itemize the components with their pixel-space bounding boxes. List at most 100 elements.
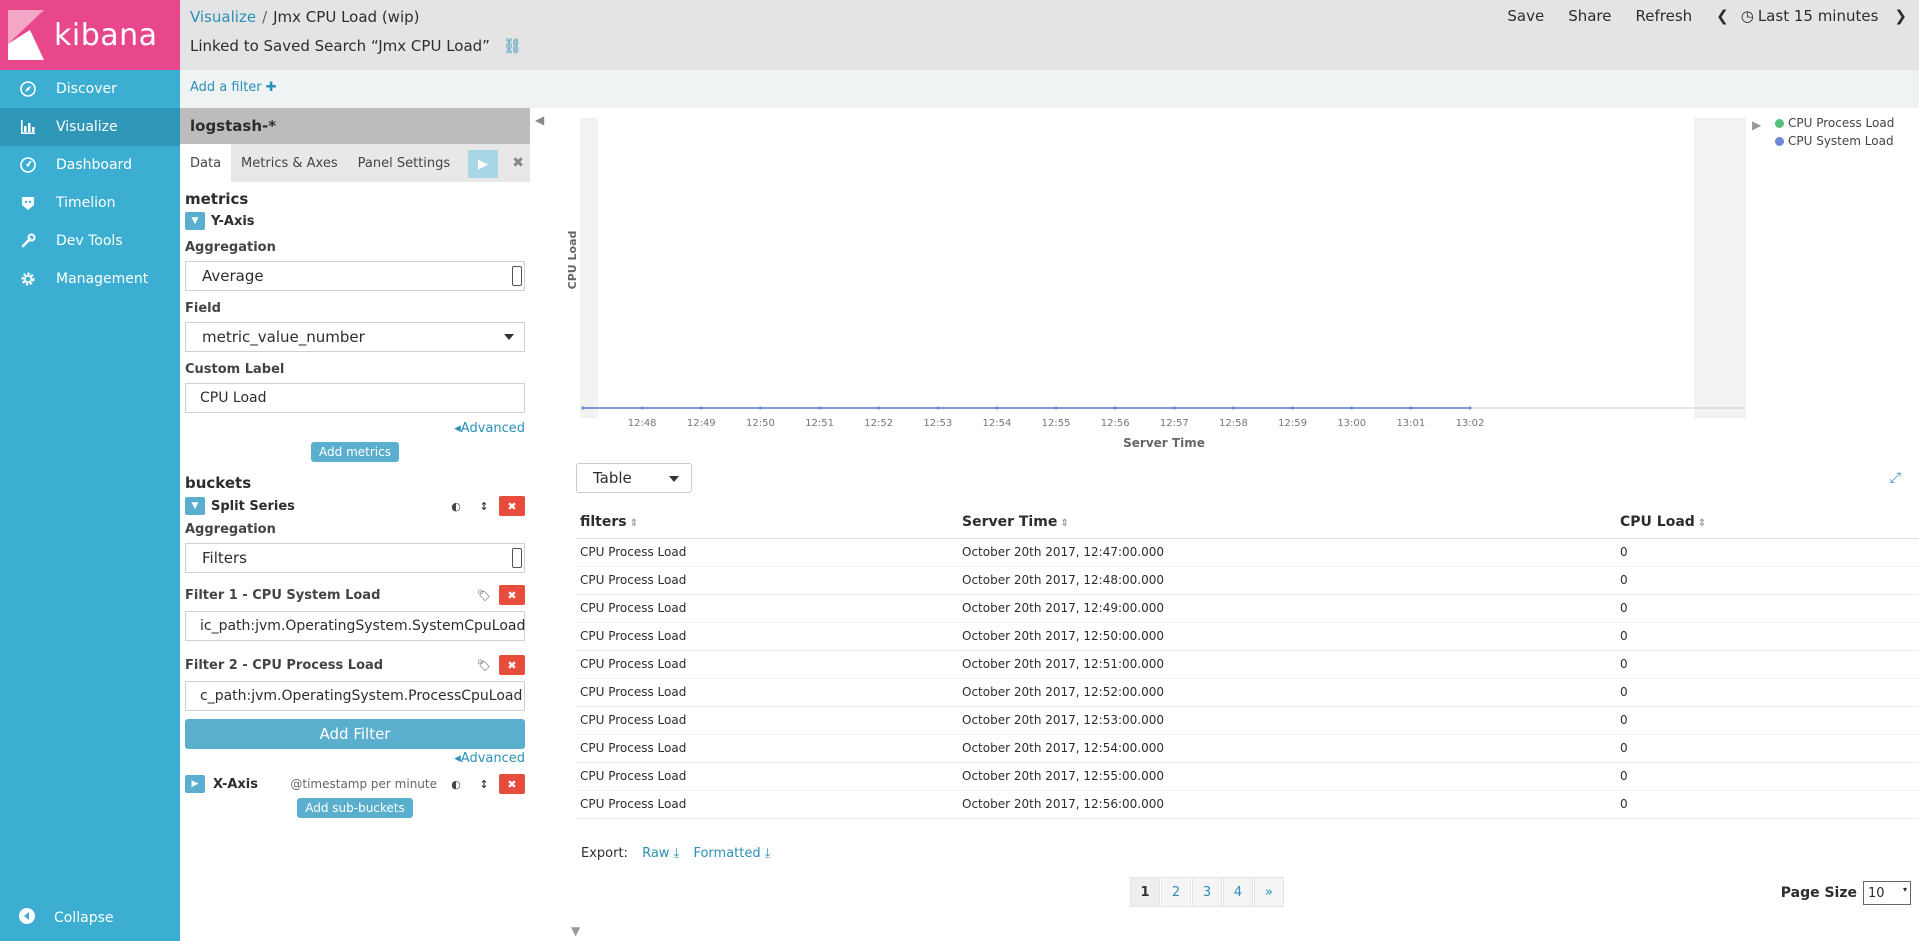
data-point[interactable] [1231,406,1235,410]
drag-handle-icon[interactable]: ↕ [471,496,497,516]
kibana-logo-mark [0,0,48,70]
chevron-right-icon[interactable]: ▶ [185,775,205,793]
data-point[interactable] [758,406,762,410]
toggle-icon[interactable]: ◐ [443,774,469,794]
column-header-filters[interactable]: filters ⇕ [576,506,958,539]
breadcrumb-visualize-link[interactable]: Visualize [190,8,256,26]
add-filter-link[interactable]: Add a filter ✚ [190,80,277,95]
tab-panel-settings[interactable]: Panel Settings [348,144,461,182]
share-button[interactable]: Share [1568,7,1611,25]
sidebar-item-visualize[interactable]: Visualize [0,108,180,146]
aggregation-select[interactable]: Average [185,261,525,291]
remove-icon[interactable]: ✖ [499,655,525,675]
refresh-button[interactable]: Refresh [1636,7,1693,25]
sidebar-item-label: Management [56,271,149,287]
page-4-button[interactable]: 4 [1223,877,1253,907]
sidebar-item-dev-tools[interactable]: Dev Tools [0,222,180,260]
sidebar-item-discover[interactable]: Discover [0,70,180,108]
custom-label-input[interactable]: CPU Load [185,383,525,413]
table-cell: 0 [1616,706,1919,735]
kibana-logo[interactable]: kibana [0,0,180,70]
page-size-label: Page Size [1780,885,1857,901]
sidebar-item-dashboard[interactable]: Dashboard [0,146,180,184]
split-series-header: ▼ Split Series ◐ ↕ ✖ [185,496,525,516]
data-point[interactable] [818,406,822,410]
expand-icon[interactable]: ⤢ [1890,470,1901,486]
add-metrics-button[interactable]: Add metrics [311,442,399,462]
chart-left-shading [580,118,598,418]
advanced-link[interactable]: ◂Advanced [185,751,525,766]
legend-toggle-icon[interactable]: ▶ [1752,118,1761,132]
data-point[interactable] [877,406,881,410]
table-cell: October 20th 2017, 12:54:00.000 [958,734,1616,763]
chevron-down-icon[interactable]: ▼ [185,497,205,515]
tab-data[interactable]: Data [180,144,232,182]
column-header-server-time[interactable]: Server Time ⇕ [958,506,1616,539]
tag-icon[interactable]: 🏷 [471,585,497,605]
aggregation-value: Average [202,267,264,285]
column-header-cpu-load[interactable]: CPU Load ⇕ [1616,506,1919,539]
page-3-button[interactable]: 3 [1192,877,1222,907]
data-point[interactable] [699,406,703,410]
discard-changes-icon[interactable]: ✖ [512,155,524,171]
export-raw-link[interactable]: Raw ⤓ [642,846,679,861]
table-cell: CPU Process Load [576,678,958,707]
sidebar-item-timelion[interactable]: Timelion [0,184,180,222]
save-button[interactable]: Save [1507,7,1544,25]
table-cell: October 20th 2017, 12:53:00.000 [958,706,1616,735]
filter2-input[interactable]: c_path:jvm.OperatingSystem.ProcessCpuLoa… [185,681,525,711]
data-point[interactable] [581,406,585,410]
export-bar: Export: Raw ⤓ Formatted ⤓ [581,846,771,861]
tab-metrics-axes[interactable]: Metrics & Axes [231,144,348,182]
data-point[interactable] [1113,406,1117,410]
add-sub-buckets-button[interactable]: Add sub-buckets [297,798,413,818]
remove-icon[interactable]: ✖ [499,585,525,605]
legend-item[interactable]: CPU System Load [1775,134,1894,148]
x-ticks: 12:48 12:49 12:50 12:51 12:52 12:53 12:54 12:55… [628,418,1485,429]
collapse-editor-icon[interactable]: ◀ [535,113,544,127]
page-size-select[interactable]: 10 ▾ [1863,881,1911,905]
collapse-button[interactable]: Collapse [0,895,180,941]
chevron-down-icon[interactable]: ▼ [185,212,205,230]
page-2-button[interactable]: 2 [1161,877,1191,907]
data-point[interactable] [1350,406,1354,410]
page-1-button[interactable]: 1 [1130,877,1160,907]
data-point[interactable] [1172,406,1176,410]
unlink-icon[interactable]: ⛓ [503,37,522,55]
x-tick-label: 13:01 [1396,418,1425,429]
split-series-label: Split Series [211,498,295,514]
export-formatted-link[interactable]: Formatted ⤓ [693,846,770,861]
bucket-aggregation-select[interactable]: Filters [185,543,525,573]
remove-icon[interactable]: ✖ [499,496,525,516]
next-page-button[interactable]: » [1254,877,1284,907]
table-row: CPU Process Load October 20th 2017, 12:51… [576,650,1919,679]
data-point[interactable] [995,406,999,410]
page-title: Jmx CPU Load (wip) [273,8,420,26]
time-forward-icon[interactable]: ❯ [1894,7,1907,25]
advanced-link[interactable]: ◂Advanced [185,421,525,436]
data-point[interactable] [1409,406,1413,410]
add-filter-button[interactable]: Add Filter [185,719,525,749]
toggle-icon[interactable]: ◐ [443,496,469,516]
filter1-input[interactable]: ic_path:jvm.OperatingSystem.SystemCpuLoa… [185,611,525,641]
page-size-value: 10 [1868,885,1885,901]
select-handle-icon [512,548,522,568]
legend-item[interactable]: CPU Process Load [1775,116,1894,130]
data-point[interactable] [1054,406,1058,410]
data-point[interactable] [1291,406,1295,410]
field-select[interactable]: metric_value_number [185,322,525,352]
data-point[interactable] [640,406,644,410]
apply-changes-button[interactable]: ▶ [468,150,498,178]
time-back-icon[interactable]: ❮ [1716,7,1729,25]
collapse-table-icon[interactable]: ▼ [571,924,580,938]
drag-handle-icon[interactable]: ↕ [471,774,497,794]
data-point[interactable] [1468,406,1472,410]
x-tick-label: 12:56 [1101,418,1130,429]
time-picker-button[interactable]: ◷ Last 15 minutes [1741,7,1879,25]
tag-icon[interactable]: 🏷 [471,655,497,675]
spy-view-select[interactable]: Table [576,463,692,493]
data-point[interactable] [936,406,940,410]
remove-icon[interactable]: ✖ [499,774,525,794]
sidebar-item-management[interactable]: Management [0,260,180,298]
page-size-control: Page Size 10 ▾ [1781,881,1911,905]
